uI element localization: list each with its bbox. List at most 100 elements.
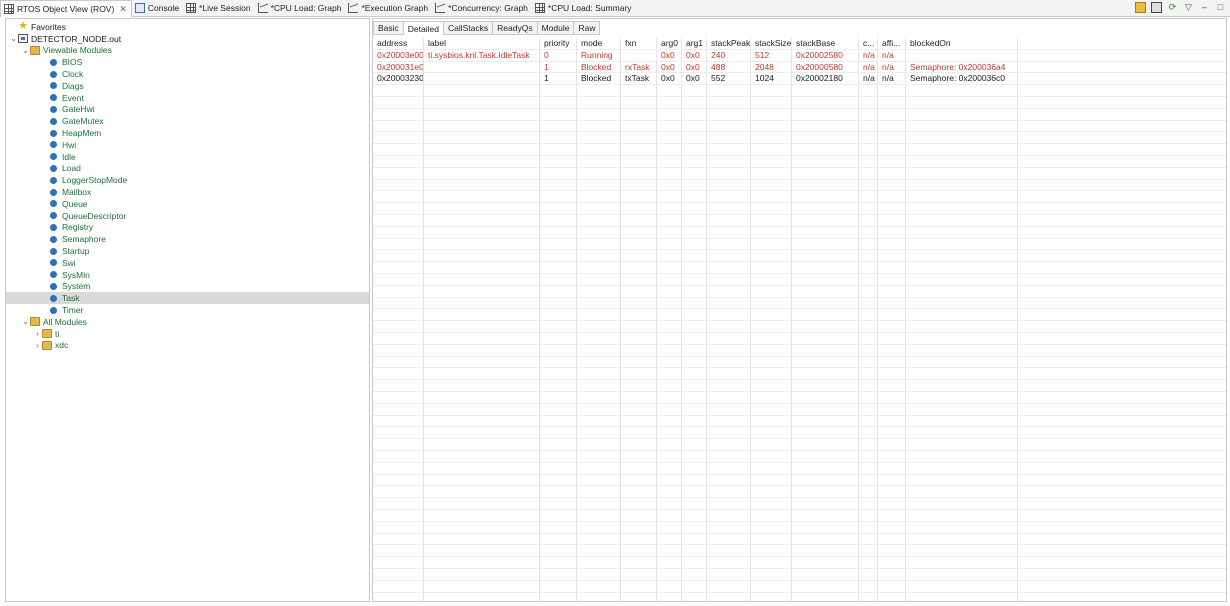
- tree-module-sysmin[interactable]: SysMin: [6, 269, 369, 281]
- tree-all-modules[interactable]: ⌄ All Modules: [6, 316, 369, 328]
- tree-module-diags[interactable]: Diags: [6, 80, 369, 92]
- tree-module-startup[interactable]: Startup: [6, 245, 369, 257]
- cell-blockedon: blockedOn: [906, 38, 1018, 50]
- empty-cell: [657, 545, 682, 558]
- subtab-basic[interactable]: Basic: [373, 21, 404, 35]
- tree-module-semaphore[interactable]: Semaphore: [6, 233, 369, 245]
- tree-favorites[interactable]: ★ Favorites: [6, 21, 369, 33]
- empty-cell: [373, 250, 424, 263]
- empty-cell: [621, 120, 657, 133]
- view-tab-live-session[interactable]: *Live Session: [183, 0, 255, 16]
- view-tab-label: *Execution Graph: [361, 3, 429, 13]
- empty-row: [373, 427, 1226, 440]
- minimize-icon[interactable]: –: [1199, 2, 1210, 13]
- tree-package-ti[interactable]: › ti: [6, 328, 369, 340]
- empty-cell: [540, 380, 577, 392]
- tree-module-gatehwi[interactable]: GateHwi: [6, 104, 369, 116]
- grid-icon: [534, 3, 545, 13]
- empty-cell: [707, 592, 751, 601]
- empty-cell: [424, 250, 540, 263]
- pin-icon[interactable]: [1135, 2, 1146, 13]
- view-tab-execution-graph[interactable]: *Execution Graph: [345, 0, 432, 16]
- tree-module-task[interactable]: Task: [6, 292, 369, 305]
- empty-cell: [707, 285, 751, 298]
- empty-cell: [859, 262, 878, 274]
- empty-cell: [707, 333, 751, 345]
- tree-label: GateHwi: [62, 104, 95, 115]
- empty-cell: [707, 486, 751, 499]
- view-tab-concurrency-graph[interactable]: *Concurrency: Graph: [432, 0, 532, 16]
- empty-cell: [540, 474, 577, 487]
- empty-cell: [373, 427, 424, 440]
- tree-module-mailbox[interactable]: Mailbox: [6, 186, 369, 198]
- tree-module-heapmem[interactable]: HeapMem: [6, 127, 369, 139]
- empty-cell: [657, 580, 682, 593]
- subtab-detailed[interactable]: Detailed: [403, 21, 444, 35]
- subtab-readyqs[interactable]: ReadyQs: [493, 21, 538, 35]
- empty-cell: [792, 356, 859, 369]
- cell-fxn: txTask: [621, 73, 657, 86]
- tree-module-registry[interactable]: Registry: [6, 222, 369, 234]
- subtab-module[interactable]: Module: [537, 21, 575, 35]
- cell-arg0: 0x0: [657, 73, 682, 86]
- empty-cell: [906, 167, 1018, 180]
- empty-row: [373, 97, 1226, 109]
- view-tab-cpu-load-graph[interactable]: *CPU Load: Graph: [255, 0, 346, 16]
- empty-row: [373, 415, 1226, 428]
- subtab-raw[interactable]: Raw: [574, 21, 601, 35]
- tree-module-queuedescriptor[interactable]: QueueDescriptor: [6, 210, 369, 222]
- tree-label: Idle: [62, 151, 76, 162]
- view-tab-cpu-load-summary[interactable]: *CPU Load: Summary: [532, 0, 636, 16]
- tree-module-bios[interactable]: BIOS: [6, 56, 369, 68]
- empty-cell: [878, 439, 906, 451]
- empty-cell: [859, 203, 878, 215]
- tree-module-clock[interactable]: Clock: [6, 68, 369, 80]
- table-row[interactable]: 0x20003230 1 Blocked txTask 0x0 0x0 552 1024 0x2…: [373, 73, 1226, 86]
- tree-root[interactable]: ⌄ DETECTOR_NODE.out: [6, 33, 369, 45]
- tree-module-gatemutex[interactable]: GateMutex: [6, 115, 369, 127]
- tree-module-load[interactable]: Load: [6, 163, 369, 175]
- empty-cell: [878, 97, 906, 109]
- maximize-icon[interactable]: □: [1215, 2, 1226, 13]
- table-row[interactable]: 0x200031e0 1 Blocked rxTask 0x0 0x0 488 2048 0x2…: [373, 61, 1226, 74]
- expand-closed-icon[interactable]: ›: [33, 329, 42, 338]
- empty-cell: [906, 451, 1018, 463]
- expand-open-icon[interactable]: ⌄: [9, 34, 18, 43]
- empty-cell: [792, 392, 859, 404]
- empty-cell: [657, 250, 682, 263]
- subtab-callstacks[interactable]: CallStacks: [443, 21, 494, 35]
- table-row[interactable]: 0x20003e00 ti.sysbios.knl.Task.IdleTask 0 R…: [373, 49, 1226, 62]
- close-icon[interactable]: ✕: [119, 4, 127, 15]
- view-menu-icon[interactable]: ▽: [1183, 2, 1194, 13]
- expand-closed-icon[interactable]: ›: [33, 341, 42, 350]
- empty-cell: [707, 356, 751, 369]
- tree-label: Favorites: [31, 21, 66, 32]
- refresh-icon[interactable]: ⟳: [1167, 2, 1178, 13]
- view-tab-rtos-object-view-rov[interactable]: RTOS Object View (ROV) ✕: [0, 0, 132, 17]
- expand-open-icon[interactable]: ⌄: [21, 46, 30, 55]
- tree-module-timer[interactable]: Timer: [6, 304, 369, 316]
- empty-cell: [373, 238, 424, 251]
- empty-cell: [859, 415, 878, 428]
- empty-cell: [577, 415, 621, 428]
- tree-module-hwi[interactable]: Hwi: [6, 139, 369, 151]
- tree-viewable-modules[interactable]: ⌄ Viewable Modules: [6, 45, 369, 57]
- empty-cell: [792, 451, 859, 463]
- empty-row: [373, 380, 1226, 392]
- empty-cell: [373, 226, 424, 239]
- view-tab-console[interactable]: Console: [132, 0, 183, 16]
- tree-package-xdc[interactable]: › xdc: [6, 340, 369, 352]
- expand-open-icon[interactable]: ⌄: [21, 317, 30, 326]
- tree-module-queue[interactable]: Queue: [6, 198, 369, 210]
- tree-module-loggerstopmode[interactable]: LoggerStopMode: [6, 174, 369, 186]
- empty-cell: [906, 285, 1018, 298]
- layout-icon[interactable]: [1151, 2, 1162, 13]
- empty-row: [373, 120, 1226, 133]
- empty-cell: [906, 156, 1018, 168]
- empty-cell: [878, 380, 906, 392]
- tree-module-event[interactable]: Event: [6, 92, 369, 104]
- tree-module-system[interactable]: System: [6, 281, 369, 293]
- empty-cell: [682, 156, 707, 168]
- tree-module-idle[interactable]: Idle: [6, 151, 369, 163]
- tree-module-swi[interactable]: Swi: [6, 257, 369, 269]
